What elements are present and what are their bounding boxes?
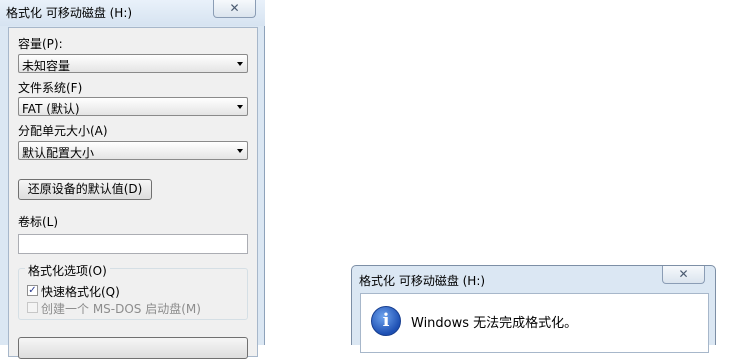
- error-dialog-body: i Windows 无法完成格式化。: [360, 293, 709, 353]
- error-dialog-title: 格式化 可移动磁盘 (H:): [359, 274, 486, 288]
- filesystem-select[interactable]: FAT (默认): [18, 97, 248, 116]
- chevron-down-icon: [237, 149, 243, 153]
- allocation-label: 分配单元大小(A): [18, 124, 108, 138]
- format-dialog-title: 格式化 可移动磁盘 (H:): [6, 6, 133, 20]
- volume-label-input[interactable]: [18, 234, 248, 254]
- close-button[interactable]: ✕: [662, 266, 705, 284]
- restore-defaults-button[interactable]: 还原设备的默认值(D): [18, 179, 152, 200]
- format-dialog-body: 容量(P): 未知容量 文件系统(F) FAT (默认) 分配单元大小(A) 默…: [8, 27, 258, 359]
- format-dialog: 格式化 可移动磁盘 (H:) ✕ 容量(P): 未知容量 文件系统(F) FAT…: [0, 0, 265, 359]
- msdos-startup-checkbox[interactable]: [27, 302, 38, 313]
- capacity-label: 容量(P):: [18, 37, 63, 51]
- capacity-value: 未知容量: [22, 59, 71, 73]
- chevron-down-icon: [237, 105, 243, 109]
- error-message: Windows 无法完成格式化。: [411, 316, 578, 331]
- format-options-title: 格式化选项(O): [25, 262, 110, 279]
- filesystem-value: FAT (默认): [22, 102, 80, 116]
- start-button[interactable]: [18, 337, 248, 359]
- quick-format-label[interactable]: 快速格式化(Q): [41, 283, 120, 300]
- capacity-select[interactable]: 未知容量: [18, 54, 248, 73]
- msdos-startup-label[interactable]: 创建一个 MS-DOS 启动盘(M): [41, 300, 201, 317]
- error-dialog: 格式化 可移动磁盘 (H:) ✕ i Windows 无法完成格式化。: [351, 265, 716, 353]
- quick-format-checkbox[interactable]: ✓: [27, 285, 38, 296]
- format-dialog-titlebar[interactable]: 格式化 可移动磁盘 (H:) ✕: [0, 0, 265, 26]
- filesystem-label: 文件系统(F): [18, 81, 83, 95]
- volume-label-label: 卷标(L): [18, 215, 59, 229]
- chevron-down-icon: [237, 62, 243, 66]
- allocation-value: 默认配置大小: [22, 146, 95, 160]
- allocation-select[interactable]: 默认配置大小: [18, 141, 248, 160]
- close-button[interactable]: ✕: [213, 0, 256, 18]
- information-icon: i: [371, 306, 401, 336]
